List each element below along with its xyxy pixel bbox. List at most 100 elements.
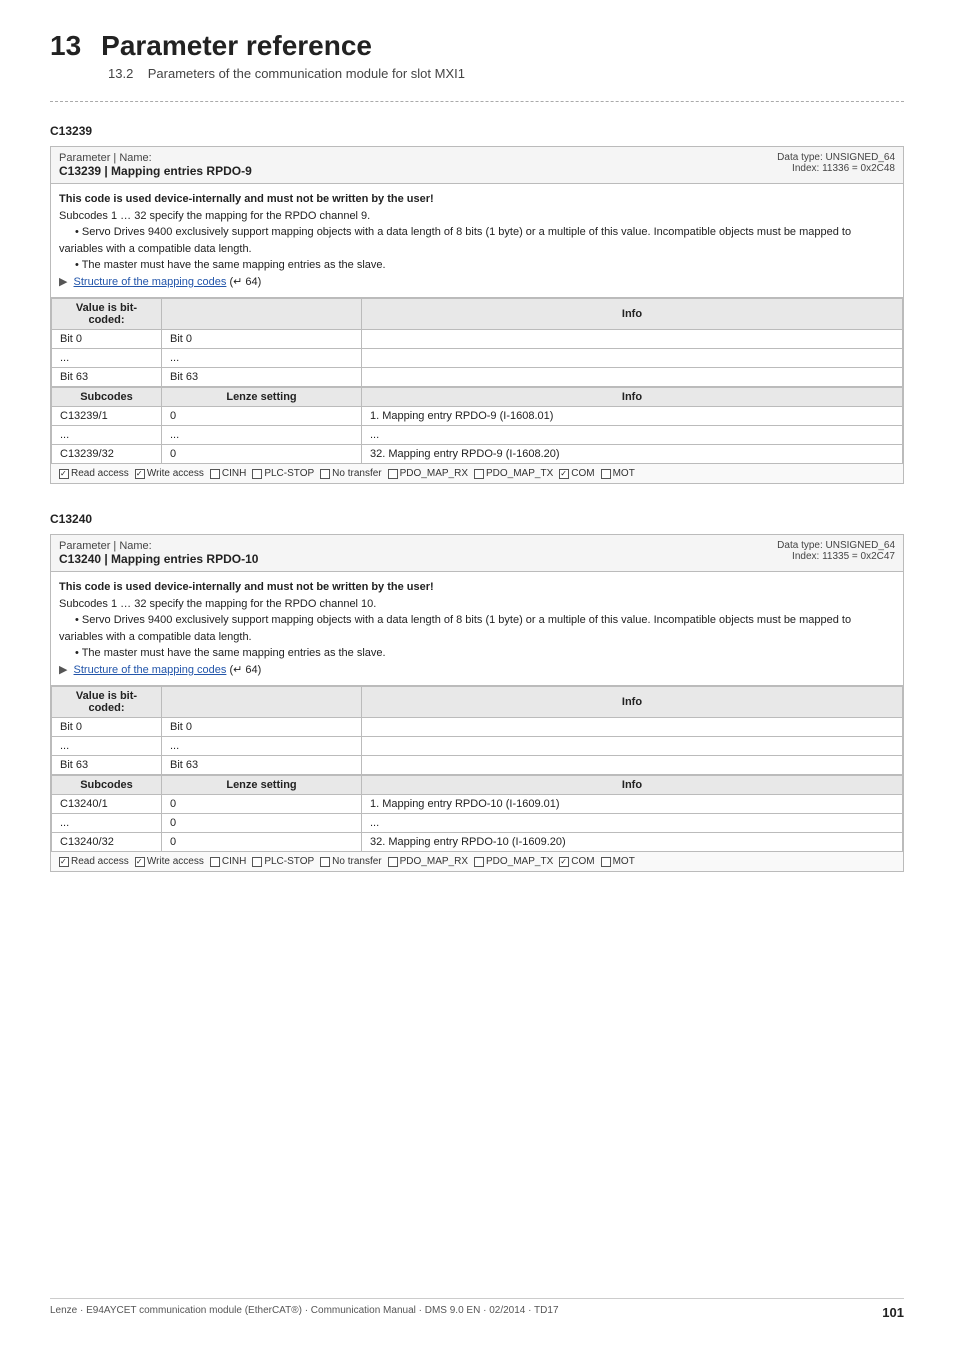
param-header-right-c13239: Data type: UNSIGNED_64 Index: 11336 = 0x…: [777, 152, 895, 174]
param-header-c13240: Parameter | Name: C13240 | Mapping entri…: [51, 535, 903, 572]
section-divider: [50, 101, 904, 102]
section-c13239-anchor: C13239: [50, 124, 904, 138]
lenze-cell: 0: [162, 814, 362, 833]
access-label-plc_stop: PLC-STOP: [264, 468, 314, 479]
val-cell: Bit 0: [162, 330, 362, 349]
bit-header-info-c13240: Info: [362, 687, 903, 718]
bit-cell: Bit 63: [52, 368, 162, 387]
access-label-pdo_map_tx: PDO_MAP_TX: [486, 856, 553, 867]
subcode-row: C13240/101. Mapping entry RPDO-10 (I-160…: [52, 795, 903, 814]
access-mot: MOT: [601, 856, 635, 867]
access-label-read: Read access: [71, 468, 129, 479]
access-label-read: Read access: [71, 856, 129, 867]
checkbox-checked-icon: [59, 857, 69, 867]
checkbox-empty-icon: [601, 857, 611, 867]
param-header-right-c13240: Data type: UNSIGNED_64 Index: 11335 = 0x…: [777, 540, 895, 562]
access-pdo_map_rx: PDO_MAP_RX: [388, 856, 468, 867]
lenze-cell: 0: [162, 795, 362, 814]
subcode-cell: ...: [52, 426, 162, 445]
subcode-row: ...0...: [52, 814, 903, 833]
subcode-cell: ...: [52, 814, 162, 833]
param-box-c13239: Parameter | Name: C13239 | Mapping entri…: [50, 146, 904, 484]
access-mot: MOT: [601, 468, 635, 479]
checkbox-empty-icon: [388, 857, 398, 867]
desc-line1-c13239: Subcodes 1 … 32 specify the mapping for …: [59, 210, 370, 222]
info-cell: [362, 368, 903, 387]
lenze-cell: 0: [162, 833, 362, 852]
chapter-title-text: Parameter reference: [101, 30, 372, 62]
subcode-cell: C13239/1: [52, 407, 162, 426]
subcode-row: C13240/32032. Mapping entry RPDO-10 (I-1…: [52, 833, 903, 852]
access-label-pdo_map_tx: PDO_MAP_TX: [486, 468, 553, 479]
val-cell: ...: [162, 737, 362, 756]
data-type-c13239: Data type: UNSIGNED_64: [777, 152, 895, 163]
bit-cell: Bit 63: [52, 756, 162, 775]
info-cell: [362, 718, 903, 737]
param-header-left-c13240: Parameter | Name: C13240 | Mapping entri…: [59, 540, 258, 566]
access-label-pdo_map_rx: PDO_MAP_RX: [400, 856, 468, 867]
access-label-write: Write access: [147, 468, 204, 479]
param-header-left-c13239: Parameter | Name: C13239 | Mapping entri…: [59, 152, 252, 178]
subcode-cell: C13239/32: [52, 445, 162, 464]
checkbox-empty-icon: [474, 469, 484, 479]
access-com: COM: [559, 856, 594, 867]
access-pdo_map_tx: PDO_MAP_TX: [474, 856, 553, 867]
desc-line1-c13240: Subcodes 1 … 32 specify the mapping for …: [59, 598, 376, 610]
page-header: 13 Parameter reference 13.2 Parameters o…: [50, 30, 904, 81]
subcode-row: C13239/32032. Mapping entry RPDO-9 (I-16…: [52, 445, 903, 464]
arrow-icon-c13239: ▶: [59, 276, 67, 288]
access-label-com: COM: [571, 856, 594, 867]
checkbox-empty-icon: [210, 857, 220, 867]
access-write: Write access: [135, 468, 204, 479]
access-label-plc_stop: PLC-STOP: [264, 856, 314, 867]
structure-link-c13239[interactable]: Structure of the mapping codes: [74, 276, 227, 288]
desc-bullet2-c13240: • The master must have the same mapping …: [75, 647, 386, 659]
access-plc_stop: PLC-STOP: [252, 468, 314, 479]
subcode-cell: C13240/1: [52, 795, 162, 814]
chapter-title: 13 Parameter reference: [50, 30, 904, 62]
access-no_transfer: No transfer: [320, 468, 381, 479]
sub-header-0-c13239: Subcodes: [52, 388, 162, 407]
footer-page-number: 101: [882, 1305, 904, 1320]
bit-table-c13240: Value is bit-coded: Info Bit 0Bit 0.....…: [51, 686, 903, 775]
structure-link-c13240[interactable]: Structure of the mapping codes: [74, 664, 227, 676]
access-label-cinh: CINH: [222, 856, 246, 867]
val-cell: Bit 63: [162, 756, 362, 775]
info-cell: ...: [362, 426, 903, 445]
access-bar-c13240: Read access Write access CINH PLC-STOP No tr…: [51, 852, 903, 871]
checkbox-empty-icon: [252, 857, 262, 867]
param-header-c13239: Parameter | Name: C13239 | Mapping entri…: [51, 147, 903, 184]
info-cell: 32. Mapping entry RPDO-10 (I-1609.20): [362, 833, 903, 852]
checkbox-checked-icon: [559, 469, 569, 479]
bit-header-label-c13239: Value is bit-coded:: [52, 299, 162, 330]
bit-header-info-c13239: Info: [362, 299, 903, 330]
access-no_transfer: No transfer: [320, 856, 381, 867]
sub-header-0-c13240: Subcodes: [52, 776, 162, 795]
val-cell: Bit 63: [162, 368, 362, 387]
bit-row: ......: [52, 737, 903, 756]
bit-row: Bit 0Bit 0: [52, 718, 903, 737]
info-cell: [362, 349, 903, 368]
access-label-pdo_map_rx: PDO_MAP_RX: [400, 468, 468, 479]
desc-bold-c13240: This code is used device-internally and …: [59, 581, 434, 593]
link-suffix-c13240: (↵ 64): [226, 664, 261, 676]
access-label-write: Write access: [147, 856, 204, 867]
info-cell: 1. Mapping entry RPDO-10 (I-1609.01): [362, 795, 903, 814]
checkbox-empty-icon: [474, 857, 484, 867]
val-cell: Bit 0: [162, 718, 362, 737]
index-c13239: Index: 11336 = 0x2C48: [777, 163, 895, 174]
checkbox-checked-icon: [135, 857, 145, 867]
link-suffix-c13239: (↵ 64): [226, 276, 261, 288]
access-com: COM: [559, 468, 594, 479]
info-cell: [362, 330, 903, 349]
checkbox-empty-icon: [388, 469, 398, 479]
checkbox-checked-icon: [135, 469, 145, 479]
param-name-c13240: C13240 | Mapping entries RPDO-10: [59, 552, 258, 566]
bit-table-c13239: Value is bit-coded: Info Bit 0Bit 0.....…: [51, 298, 903, 387]
sub-header-2-c13240: Info: [362, 776, 903, 795]
access-cinh: CINH: [210, 468, 246, 479]
footer-left: Lenze · E94AYCET communication module (E…: [50, 1305, 559, 1320]
param-description-c13240: This code is used device-internally and …: [51, 572, 903, 686]
desc-bullet1-c13239: • Servo Drives 9400 exclusively support …: [59, 226, 851, 255]
info-cell: 1. Mapping entry RPDO-9 (I-1608.01): [362, 407, 903, 426]
